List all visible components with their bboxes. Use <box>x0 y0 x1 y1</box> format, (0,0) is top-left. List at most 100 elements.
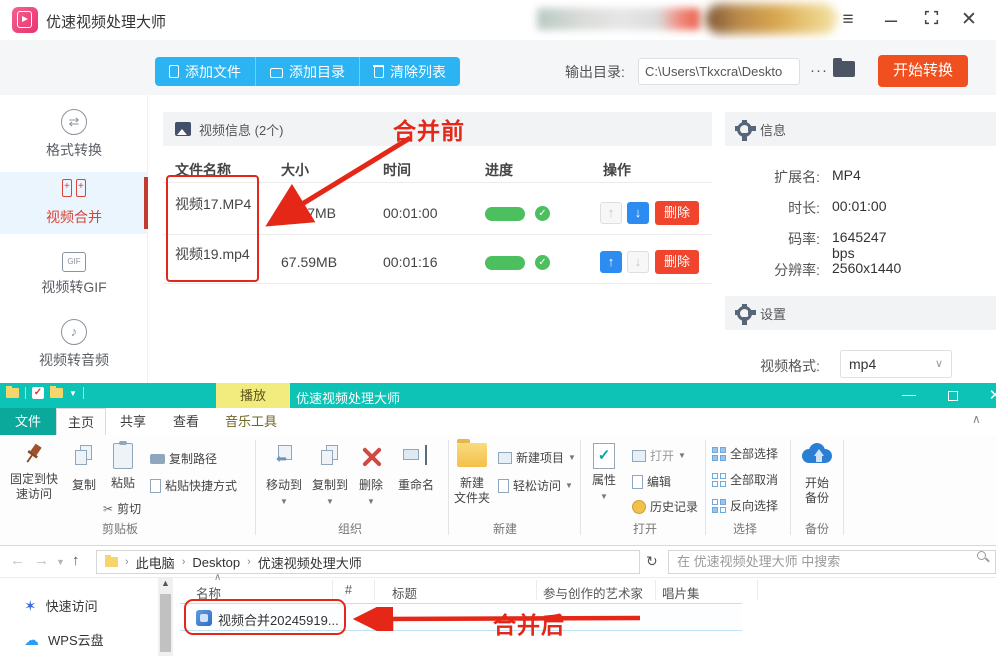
breadcrumb-desktop[interactable]: Desktop <box>192 555 240 570</box>
properties-button[interactable]: ✓ 属性 ▼ <box>586 443 622 502</box>
menu-icon[interactable]: ≡ <box>835 8 861 32</box>
delete-button[interactable]: 删除 ▼ <box>354 445 388 507</box>
file-actions-group: 添加文件 添加目录 清除列表 <box>155 57 460 86</box>
start-backup-button[interactable]: 开始 备份 <box>796 443 838 506</box>
invert-selection-button[interactable]: 反向选择 <box>712 497 778 514</box>
chevron-down-icon[interactable]: ▼ <box>69 389 77 398</box>
info-panel: 信息 扩展名: MP4 时长: 00:01:00 码率: 1645247 bps… <box>725 112 996 388</box>
edit-icon <box>632 475 643 489</box>
redacted-text-area <box>537 8 700 30</box>
sidebar-item-wps-cloud[interactable]: ☁ WPS云盘 <box>24 630 104 649</box>
search-icon[interactable] <box>977 551 986 560</box>
forward-icon[interactable]: → <box>34 552 49 569</box>
contextual-tab-playback[interactable]: 播放 <box>216 383 290 408</box>
open-button[interactable]: 打开 ▼ <box>632 447 686 464</box>
paste-button[interactable]: 粘贴 <box>104 443 142 491</box>
tab-music-tools[interactable]: 音乐工具 <box>212 408 290 435</box>
refresh-icon[interactable]: ↻ <box>646 553 658 570</box>
explorer-maximize-button[interactable] <box>942 386 964 404</box>
breadcrumb-current-folder[interactable]: 优速视频处理大师 <box>258 553 362 572</box>
copy-icon <box>74 445 94 469</box>
sidebar-item-quick-access[interactable]: ✶ 快速访问 <box>24 596 98 615</box>
group-label-select: 选择 <box>715 520 775 537</box>
history-button[interactable]: 历史记录 <box>632 498 698 515</box>
explorer-minimize-button[interactable]: — <box>898 386 920 402</box>
breadcrumb-this-pc[interactable]: 此电脑 <box>136 553 175 572</box>
easy-access-button[interactable]: 轻松访问 ▼ <box>498 477 573 494</box>
pin-to-quick-access-button[interactable]: 固定到快 速访问 <box>6 443 62 502</box>
maximize-button[interactable] <box>918 8 944 32</box>
properties-check-icon[interactable]: ✓ <box>32 387 44 399</box>
scrollbar[interactable]: ▲ <box>158 578 173 656</box>
move-up-button[interactable]: ↑ <box>600 202 622 224</box>
close-button[interactable]: ✕ <box>956 8 982 32</box>
new-item-button[interactable]: 新建项目 ▼ <box>498 449 576 466</box>
search-input[interactable]: 在 优速视频处理大师 中搜索 <box>668 550 996 574</box>
scissors-icon: ✂ <box>103 502 113 516</box>
sidebar-item-video-merge[interactable]: 视频合并 <box>0 179 148 227</box>
back-icon[interactable]: ← <box>10 552 25 569</box>
tab-home[interactable]: 主页 <box>56 408 106 435</box>
app-titlebar: 优速视频处理大师 ≡ – ✕ <box>0 0 996 40</box>
folder-icon[interactable] <box>50 388 63 398</box>
col-number[interactable]: # <box>345 583 352 597</box>
select-none-icon <box>712 473 726 487</box>
delete-row-button[interactable]: 删除 <box>655 201 699 225</box>
col-artists[interactable]: 参与创作的艺术家 <box>543 583 643 602</box>
add-file-button[interactable]: 添加文件 <box>155 57 255 86</box>
output-dir-input[interactable]: C:\Users\Tkxcra\Deskto <box>638 58 800 85</box>
explorer-close-button[interactable]: ✕ <box>984 386 996 404</box>
tab-share[interactable]: 共享 <box>106 408 160 435</box>
add-directory-button[interactable]: 添加目录 <box>255 57 359 86</box>
video-format-select[interactable]: mp4 ∨ <box>840 350 952 378</box>
folder-icon <box>105 557 118 567</box>
move-down-button[interactable]: ↓ <box>627 251 649 273</box>
copy-button[interactable]: 复制 <box>66 445 102 493</box>
recent-locations-icon[interactable]: ▼ <box>56 557 65 567</box>
group-label-new: 新建 <box>475 520 535 537</box>
minimize-button[interactable]: – <box>878 8 904 32</box>
col-action[interactable]: 操作 <box>603 160 631 180</box>
select-all-button[interactable]: 全部选择 <box>712 445 778 462</box>
group-label-open: 打开 <box>615 520 675 537</box>
app-title: 优速视频处理大师 <box>46 11 166 32</box>
address-bar[interactable]: › 此电脑 › Desktop › 优速视频处理大师 <box>96 550 640 574</box>
copy-path-button[interactable]: 复制路径 <box>150 450 217 467</box>
sidebar-item-video-to-audio[interactable]: ♪ 视频转音频 <box>0 319 148 370</box>
delete-row-button[interactable]: 删除 <box>655 250 699 274</box>
open-folder-icon[interactable] <box>833 61 855 77</box>
move-down-button[interactable]: ↓ <box>627 202 649 224</box>
sidebar-item-format-convert[interactable]: ⇄ 格式转换 <box>0 109 148 160</box>
clear-list-button[interactable]: 清除列表 <box>359 57 460 86</box>
tab-file[interactable]: 文件 <box>0 408 56 435</box>
edit-button[interactable]: 编辑 <box>632 473 671 490</box>
ribbon: 固定到快 速访问 复制 粘贴 ✂ 剪切 复制路径 粘贴快捷方式 剪贴板 ⬅ 移动… <box>0 435 996 546</box>
paste-shortcut-button[interactable]: 粘贴快捷方式 <box>150 477 237 494</box>
annotation-box-before <box>166 175 259 282</box>
delete-x-icon <box>359 445 383 469</box>
scroll-thumb[interactable] <box>160 594 171 652</box>
col-progress[interactable]: 进度 <box>485 160 513 180</box>
cloud-backup-icon <box>800 443 834 467</box>
explorer-titlebar: ✓ ▼ <box>0 383 996 408</box>
browse-more-button[interactable]: ··· <box>806 58 832 85</box>
move-up-button[interactable]: ↑ <box>600 251 622 273</box>
col-title[interactable]: 标题 <box>392 583 417 602</box>
sidebar-item-video-to-gif[interactable]: GIF 视频转GIF <box>0 251 148 297</box>
invert-selection-icon <box>712 499 726 513</box>
tab-view[interactable]: 查看 <box>160 408 212 435</box>
copy-to-button[interactable]: 复制到 ▼ <box>308 445 352 507</box>
col-album[interactable]: 唱片集 <box>662 583 700 602</box>
scroll-up-icon[interactable]: ▲ <box>158 578 173 588</box>
collapse-ribbon-icon[interactable]: ∧ <box>972 412 981 426</box>
file-icon <box>169 65 179 78</box>
folder-icon[interactable] <box>6 388 19 398</box>
move-to-button[interactable]: ⬅ 移动到 ▼ <box>262 445 306 507</box>
up-icon[interactable]: ↑ <box>72 552 80 569</box>
rename-button[interactable]: 重命名 <box>390 445 442 493</box>
start-convert-button[interactable]: 开始转换 <box>878 55 968 87</box>
cut-button[interactable]: ✂ 剪切 <box>103 500 141 517</box>
video-to-gif-icon: GIF <box>62 252 86 272</box>
new-folder-button[interactable]: 新建 文件夹 <box>450 443 494 506</box>
select-none-button[interactable]: 全部取消 <box>712 471 778 488</box>
